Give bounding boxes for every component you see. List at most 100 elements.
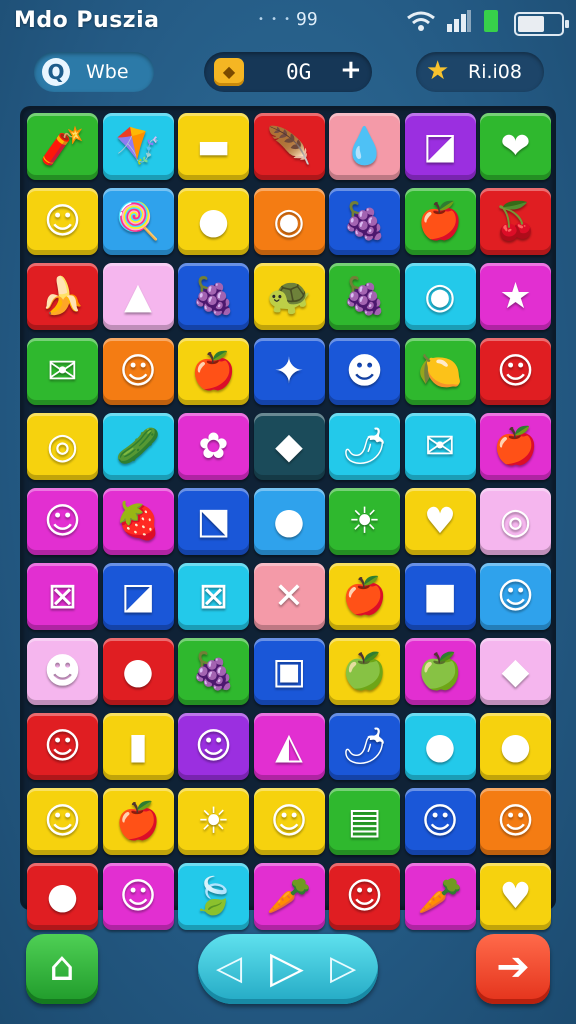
game-tile[interactable]: ▲ bbox=[102, 263, 174, 330]
game-tile[interactable]: 🍎 bbox=[178, 338, 249, 405]
game-tile[interactable]: ☻ bbox=[27, 638, 98, 705]
game-tile[interactable]: 🍏 bbox=[329, 638, 400, 705]
game-tile[interactable]: ☺ bbox=[27, 788, 98, 855]
game-tile[interactable]: ☺ bbox=[27, 488, 98, 555]
game-tile[interactable]: ⬔ bbox=[178, 488, 249, 555]
game-tile[interactable]: 🌶 bbox=[329, 713, 400, 780]
game-tile[interactable]: ☻ bbox=[329, 338, 400, 405]
game-tile[interactable]: 🥕 bbox=[253, 863, 325, 930]
game-tile[interactable]: 🍒 bbox=[480, 188, 551, 255]
game-tile[interactable]: ☺ bbox=[480, 788, 551, 855]
game-tile[interactable]: ☺ bbox=[329, 863, 400, 930]
game-tile[interactable]: ◎ bbox=[27, 413, 98, 480]
game-tile[interactable]: ☺ bbox=[178, 713, 249, 780]
previous-button[interactable]: ◁ bbox=[216, 948, 242, 988]
game-tile[interactable]: ♥ bbox=[404, 488, 476, 555]
tile-icon: 🍏 bbox=[342, 650, 387, 692]
game-tile[interactable]: 🍎 bbox=[480, 413, 551, 480]
game-tile[interactable]: ☺ bbox=[102, 863, 174, 930]
game-tile[interactable]: ■ bbox=[404, 563, 476, 630]
game-tile[interactable]: ◉ bbox=[404, 263, 476, 330]
game-tile[interactable]: 🍋 bbox=[404, 338, 476, 405]
game-tile[interactable]: 🌶 bbox=[329, 413, 400, 480]
game-tile[interactable]: 🍇 bbox=[329, 188, 400, 255]
game-tile[interactable]: ● bbox=[178, 188, 249, 255]
tile-icon: 🍇 bbox=[342, 275, 387, 317]
game-tile[interactable]: 🍌 bbox=[27, 263, 98, 330]
game-tile[interactable]: ☺ bbox=[253, 788, 325, 855]
game-tile[interactable]: 🪁 bbox=[102, 113, 174, 180]
game-tile[interactable]: ◪ bbox=[102, 563, 174, 630]
game-tile[interactable]: 🍭 bbox=[102, 188, 174, 255]
level-display[interactable]: ★ Ri.i08 bbox=[416, 52, 544, 92]
game-tile[interactable]: 🐢 bbox=[253, 263, 325, 330]
game-tile[interactable]: ◆ bbox=[480, 638, 551, 705]
game-tile[interactable]: ⊠ bbox=[27, 563, 98, 630]
tile-icon: 🍋 bbox=[417, 350, 463, 392]
game-tile[interactable]: ● bbox=[253, 488, 325, 555]
game-tile[interactable]: ◉ bbox=[253, 188, 325, 255]
add-coins-button[interactable]: + bbox=[340, 55, 362, 85]
game-tile[interactable]: 🍎 bbox=[102, 788, 174, 855]
game-tile[interactable]: ⊠ bbox=[178, 563, 249, 630]
game-tile[interactable]: 🍎 bbox=[329, 563, 400, 630]
game-tile[interactable]: 🧨 bbox=[27, 113, 98, 180]
tile-icon: ● bbox=[197, 200, 230, 242]
game-tile[interactable]: ☺ bbox=[27, 188, 98, 255]
game-tile[interactable]: ✿ bbox=[178, 413, 249, 480]
game-tile[interactable]: ❤ bbox=[480, 113, 551, 180]
tile-grid: 🧨 🪁 ▬ 🪶 💧 ◪ ❤ ☺ 🍭 ● ◉ 🍇 🍎 🍒 🍌 ▲ 🍇 🐢 🍇 ◉ ★ ✉ ☺ 🍎 ✦ ☻ 🍋 ☺ ◎ 🥒 ✿ ◆ 🌶 ✉ 🍎 ☺ 🍓 ⬔ ● ☀… bbox=[27, 113, 551, 934]
game-tile[interactable]: 🍇 bbox=[178, 263, 249, 330]
tile-icon: 🍎 bbox=[115, 800, 161, 842]
game-tile[interactable]: ☀ bbox=[178, 788, 249, 855]
game-tile[interactable]: ★ bbox=[480, 263, 551, 330]
game-tile[interactable]: 🍇 bbox=[329, 263, 400, 330]
game-tile[interactable]: 🍓 bbox=[102, 488, 174, 555]
game-tile[interactable]: ☺ bbox=[27, 713, 98, 780]
game-tile[interactable]: ◎ bbox=[480, 488, 551, 555]
game-tile[interactable]: 💧 bbox=[329, 113, 400, 180]
forward-button[interactable]: ➔ bbox=[476, 934, 550, 1004]
game-tile[interactable]: ● bbox=[480, 713, 551, 780]
game-tile[interactable]: 🥕 bbox=[404, 863, 476, 930]
tile-icon: 🍎 bbox=[493, 425, 538, 467]
tile-icon: 🧨 bbox=[40, 125, 85, 167]
game-tile[interactable]: ☺ bbox=[480, 338, 551, 405]
game-tile[interactable]: ☀ bbox=[329, 488, 400, 555]
next-button[interactable]: ▷ bbox=[330, 948, 356, 988]
game-tile[interactable]: ▮ bbox=[102, 713, 174, 780]
game-tile[interactable]: ☺ bbox=[102, 338, 174, 405]
home-button[interactable]: ⌂ bbox=[26, 934, 98, 1004]
tile-icon: ◎ bbox=[46, 425, 79, 467]
game-tile[interactable]: ▤ bbox=[329, 788, 400, 855]
game-tile[interactable]: ✉ bbox=[404, 413, 476, 480]
game-tile[interactable]: ● bbox=[102, 638, 174, 705]
game-tile[interactable]: 🍇 bbox=[178, 638, 249, 705]
tile-icon: ◭ bbox=[275, 725, 303, 767]
status-bar: Mdo Puszia • • • 99 bbox=[0, 0, 576, 44]
game-tile[interactable]: ✕ bbox=[253, 563, 325, 630]
mode-label: Wbe bbox=[86, 61, 129, 83]
game-tile[interactable]: ▣ bbox=[253, 638, 325, 705]
game-tile[interactable]: 🍏 bbox=[404, 638, 476, 705]
game-tile[interactable]: 🍎 bbox=[404, 188, 476, 255]
game-tile[interactable]: ☺ bbox=[404, 788, 476, 855]
tile-icon: ● bbox=[122, 650, 154, 692]
game-tile[interactable]: 🥒 bbox=[102, 413, 174, 480]
game-tile[interactable]: ✉ bbox=[27, 338, 98, 405]
game-tile[interactable]: ☺ bbox=[480, 563, 551, 630]
game-tile[interactable]: ● bbox=[27, 863, 98, 930]
game-tile[interactable]: 🪶 bbox=[253, 113, 325, 180]
play-button[interactable]: ▷ bbox=[270, 942, 304, 993]
game-tile[interactable]: ◭ bbox=[253, 713, 325, 780]
game-tile[interactable]: ♥ bbox=[480, 863, 551, 930]
game-tile[interactable]: ◪ bbox=[404, 113, 476, 180]
game-tile[interactable]: ● bbox=[404, 713, 476, 780]
tile-icon: 🍃 bbox=[191, 875, 236, 917]
mode-button[interactable]: Q Wbe bbox=[34, 52, 154, 92]
tile-icon: ☺ bbox=[270, 800, 308, 842]
game-tile[interactable]: ✦ bbox=[253, 338, 325, 405]
game-tile[interactable]: ◆ bbox=[253, 413, 325, 480]
game-tile[interactable]: ▬ bbox=[178, 113, 249, 180]
game-tile[interactable]: 🍃 bbox=[178, 863, 249, 930]
